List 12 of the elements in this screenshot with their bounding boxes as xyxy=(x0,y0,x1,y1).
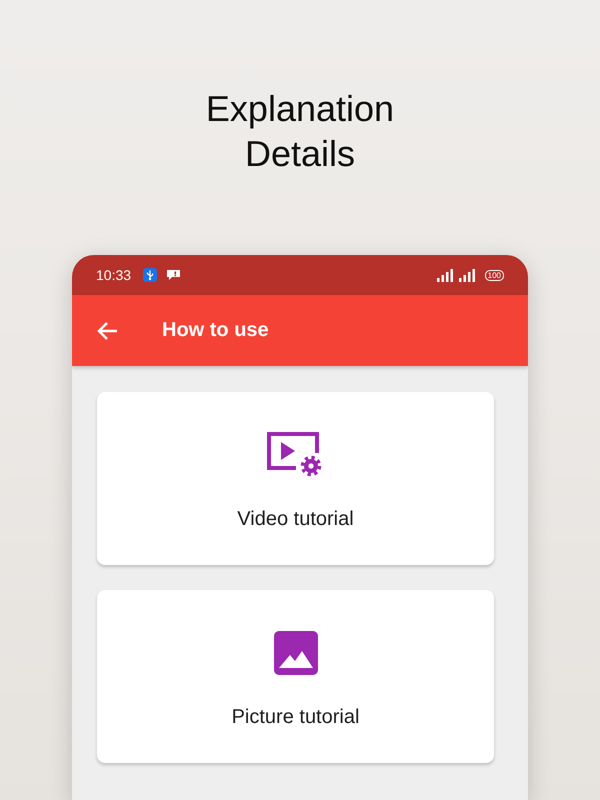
image-icon xyxy=(274,631,318,675)
status-time: 10:33 xyxy=(96,267,132,283)
app-bar-title: How to use xyxy=(162,319,269,342)
signal-icon xyxy=(436,268,454,282)
tutorial-card[interactable]: Picture tutorial xyxy=(97,590,494,763)
signal-icon xyxy=(458,268,476,282)
video-settings-icon xyxy=(267,432,324,478)
page-headline: Explanation Details xyxy=(204,87,396,176)
battery-indicator: 100 xyxy=(484,270,504,280)
message-icon xyxy=(166,269,182,281)
usb-icon xyxy=(143,268,158,282)
tutorial-card[interactable]: Video tutorial xyxy=(97,392,494,565)
